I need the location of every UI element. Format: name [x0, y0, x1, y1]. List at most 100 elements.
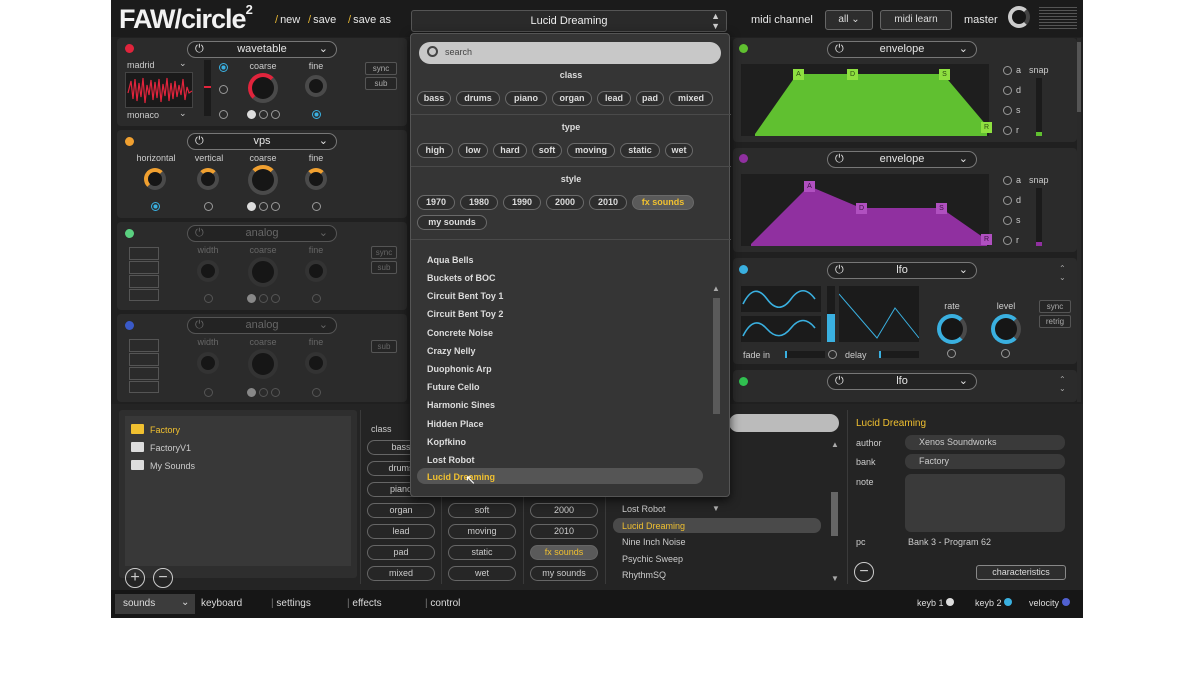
osc1-sync-button[interactable]: sync [365, 62, 397, 75]
preset-concrete-noise[interactable]: Concrete Noise [427, 328, 493, 338]
class-bass[interactable]: bass [417, 91, 451, 106]
env2-point-d[interactable]: D [856, 203, 867, 214]
osc4-header[interactable]: ⏻analog⌄ [187, 317, 337, 334]
browser-style-2010[interactable]: 2010 [530, 524, 598, 539]
browser-class-lead[interactable]: lead [367, 524, 435, 539]
env1-radio-d[interactable] [1003, 86, 1012, 95]
wavetable-top-label[interactable]: madrid [127, 60, 155, 70]
osc1-coarse-radio-2[interactable] [259, 110, 268, 119]
add-folder-icon[interactable]: + [125, 568, 145, 588]
osc3-coarse-radio-3[interactable] [271, 294, 280, 303]
class-drums[interactable]: drums [456, 91, 500, 106]
osc1-radio-3[interactable] [219, 110, 228, 119]
rate-radio[interactable] [947, 349, 956, 358]
preset-future-cello[interactable]: Future Cello [427, 382, 480, 392]
env1-display[interactable]: A D S R [741, 64, 989, 136]
preset-buckets-of-boc[interactable]: Buckets of BOC [427, 273, 496, 283]
osc4-fine-knob[interactable] [305, 352, 327, 374]
osc2-coarse-knob[interactable] [248, 165, 278, 195]
env1-header[interactable]: ⏻envelope⌄ [827, 41, 977, 58]
osc3-fine-knob[interactable] [305, 260, 327, 282]
osc4-width-knob[interactable] [197, 352, 219, 374]
env2-radio-s[interactable] [1003, 216, 1012, 225]
scroll-up-icon[interactable]: ▲ [712, 284, 720, 293]
env1-enable-dot[interactable] [739, 44, 748, 53]
osc2-horizontal-radio[interactable] [151, 202, 160, 211]
env2-point-r[interactable]: R [981, 234, 992, 245]
browser-style-my-sounds[interactable]: my sounds [530, 566, 598, 581]
browser-item-rhythmsq[interactable]: RhythmSQ [622, 570, 666, 580]
folder-factoryv1[interactable]: FactoryV1 [131, 442, 191, 453]
browser-type-wet[interactable]: wet [448, 566, 516, 581]
env2-point-a[interactable]: A [804, 181, 815, 192]
up-down-arrows-icon[interactable]: ⌃⌄ [1059, 375, 1066, 393]
env2-point-s[interactable]: S [936, 203, 947, 214]
scroll-down-icon[interactable]: ▼ [712, 504, 720, 513]
chevron-down-icon[interactable]: ⌄ [179, 108, 187, 119]
master-knob[interactable] [1008, 6, 1030, 28]
type-static[interactable]: static [620, 143, 660, 158]
browser-search-field[interactable] [729, 414, 839, 432]
class-piano[interactable]: piano [505, 91, 547, 106]
remove-folder-icon[interactable]: − [153, 568, 173, 588]
osc3-fine-radio[interactable] [312, 294, 321, 303]
author-field[interactable]: Xenos Soundworks [905, 435, 1065, 450]
popup-scrollbar[interactable] [713, 298, 720, 414]
osc3-waveform-selector[interactable] [129, 247, 159, 303]
lfo-rate-knob[interactable] [937, 314, 967, 344]
preset-circuit-bent-toy-1[interactable]: Circuit Bent Toy 1 [427, 291, 503, 301]
wavetable-position-slider[interactable] [204, 60, 211, 116]
env2-display[interactable]: A D S R [741, 174, 989, 246]
preset-selector[interactable]: Lucid Dreaming ▲▼ [411, 10, 727, 32]
power-icon[interactable]: ⏻ [195, 318, 204, 333]
bank-field[interactable]: Factory [905, 454, 1065, 469]
osc4-sub-button[interactable]: sub [371, 340, 397, 353]
osc2-vertical-radio[interactable] [204, 202, 213, 211]
style-1990[interactable]: 1990 [503, 195, 541, 210]
power-icon[interactable]: ⏻ [835, 42, 844, 57]
env1-point-s[interactable]: S [939, 69, 950, 80]
note-field[interactable] [905, 474, 1065, 532]
osc3-coarse-radio-1[interactable] [247, 294, 256, 303]
osc1-sub-button[interactable]: sub [365, 77, 397, 90]
osc2-enable-dot[interactable] [125, 137, 134, 146]
power-icon[interactable]: ⏻ [835, 263, 844, 278]
midi-learn-button[interactable]: midi learn [880, 10, 952, 30]
osc4-waveform-selector[interactable] [129, 339, 159, 395]
preset-kopfkino[interactable]: Kopfkino [427, 437, 466, 447]
up-down-arrows-icon[interactable]: ⌃⌄ [1059, 264, 1066, 282]
type-wet[interactable]: wet [665, 143, 693, 158]
browser-scrollbar[interactable] [831, 492, 838, 536]
osc2-fine-radio[interactable] [312, 202, 321, 211]
popup-search-input[interactable]: search [419, 42, 721, 64]
power-icon[interactable]: ⏻ [835, 374, 844, 389]
type-high[interactable]: high [417, 143, 453, 158]
type-low[interactable]: low [458, 143, 488, 158]
preset-lucid-dreaming[interactable]: Lucid Dreaming [427, 472, 495, 482]
class-pad[interactable]: pad [636, 91, 664, 106]
browser-class-mixed[interactable]: mixed [367, 566, 435, 581]
env1-point-d[interactable]: D [847, 69, 858, 80]
osc2-header[interactable]: ⏻vps⌄ [187, 133, 337, 150]
browser-item-lost-robot[interactable]: Lost Robot [622, 504, 666, 514]
scroll-down-icon[interactable]: ▼ [831, 574, 839, 583]
lfo1-amount-slider[interactable] [827, 286, 835, 342]
env2-snap-slider[interactable] [1036, 188, 1042, 246]
class-mixed[interactable]: mixed [669, 91, 713, 106]
type-moving[interactable]: moving [567, 143, 615, 158]
osc1-coarse-radio-3[interactable] [271, 110, 280, 119]
lfo1-wave-1[interactable] [741, 286, 821, 312]
osc4-width-radio[interactable] [204, 388, 213, 397]
preset-crazy-nelly[interactable]: Crazy Nelly [427, 346, 476, 356]
scroll-up-icon[interactable]: ▲ [831, 440, 839, 449]
power-icon[interactable]: ⏻ [195, 226, 204, 241]
osc4-enable-dot[interactable] [125, 321, 134, 330]
osc2-horizontal-knob[interactable] [144, 168, 166, 190]
osc3-coarse-radio-2[interactable] [259, 294, 268, 303]
osc4-coarse-radio-1[interactable] [247, 388, 256, 397]
lfo-level-knob[interactable] [991, 314, 1021, 344]
osc1-header[interactable]: ⏻wavetable⌄ [187, 41, 337, 58]
browser-style-2000[interactable]: 2000 [530, 503, 598, 518]
type-hard[interactable]: hard [493, 143, 527, 158]
lfo2-header[interactable]: ⏻lfo⌄ [827, 373, 977, 390]
